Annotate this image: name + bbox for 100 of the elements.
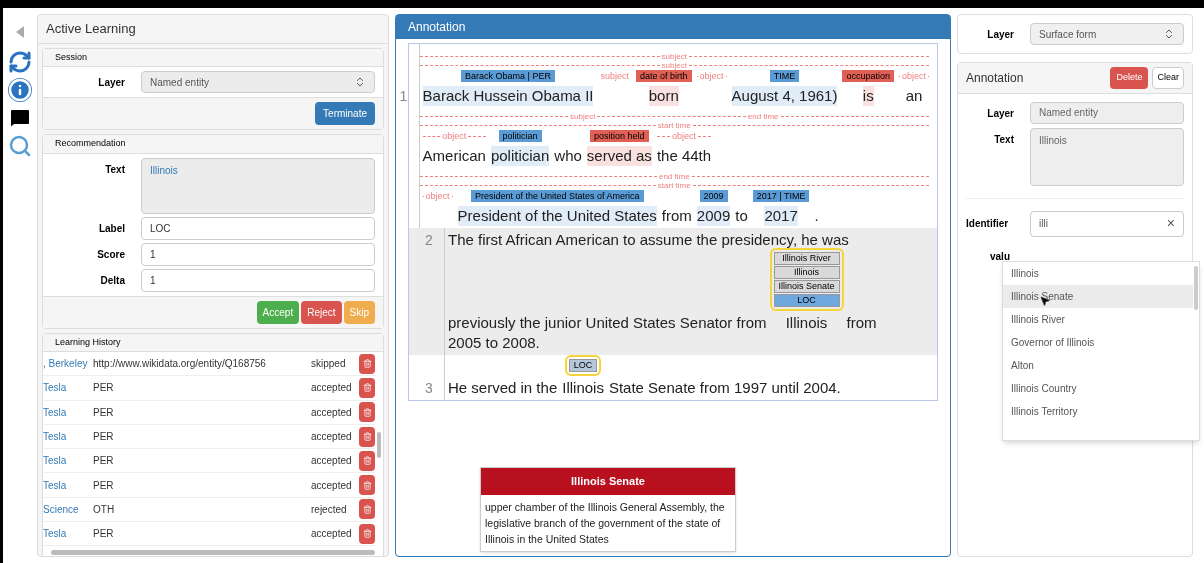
- layer-select[interactable]: Surface form: [1030, 23, 1184, 45]
- relation-label: object: [441, 130, 468, 142]
- relation-label: object: [901, 70, 927, 82]
- token-text[interactable]: Illinois: [562, 378, 604, 398]
- entity-tag[interactable]: politician: [498, 130, 542, 142]
- field-label: Layer: [986, 27, 1015, 42]
- delete-button[interactable]: [359, 523, 375, 544]
- field-label: Layer: [97, 75, 126, 90]
- entity-tag[interactable]: Illinois River: [773, 252, 840, 265]
- token-text[interactable]: .: [814, 206, 819, 226]
- relation-label: subject: [660, 52, 688, 61]
- history-text[interactable]: Tesla: [43, 477, 93, 493]
- info-icon[interactable]: [8, 78, 32, 102]
- token-text[interactable]: Illinois: [785, 313, 828, 333]
- line-number: 1: [399, 87, 408, 106]
- token-text[interactable]: State Senate from 1997 until 2004.: [608, 378, 841, 398]
- entity-tag[interactable]: 2009: [699, 190, 728, 202]
- token-text[interactable]: the 44th: [656, 146, 712, 166]
- token-text[interactable]: He served in the: [448, 378, 558, 398]
- input-field[interactable]: 1: [141, 242, 375, 266]
- history-label: PER: [93, 430, 115, 445]
- select-arrows-icon: [354, 76, 366, 88]
- entity-tag[interactable]: President of the United States of America: [470, 190, 644, 202]
- token-text[interactable]: 2009: [696, 206, 731, 226]
- token-text[interactable]: born: [648, 86, 679, 106]
- history-text[interactable]: Tesla: [43, 404, 93, 420]
- token-text[interactable]: Barack Hussein Obama II: [422, 86, 594, 106]
- history-text[interactable]: Tesla: [43, 429, 93, 445]
- delete-button[interactable]: [359, 377, 375, 398]
- field-label: Text: [104, 162, 126, 177]
- horizontal-scrollbar[interactable]: [51, 550, 375, 556]
- section-heading: Learning History: [43, 333, 383, 352]
- history-status: skipped: [311, 357, 347, 372]
- entity-tag[interactable]: 2017 | TIME: [752, 190, 810, 202]
- history-text[interactable]: Tesla: [43, 526, 93, 542]
- vertical-scrollbar[interactable]: [377, 432, 381, 458]
- terminate-button[interactable]: Terminate: [315, 102, 375, 125]
- clear-icon[interactable]: ×: [1166, 213, 1175, 234]
- entity-tag[interactable]: Illinois: [773, 266, 840, 279]
- relation-label: start time: [656, 181, 692, 190]
- history-status: accepted: [311, 527, 353, 542]
- token-text[interactable]: from: [846, 313, 877, 333]
- history-status: accepted: [311, 478, 353, 493]
- history-label: OTH: [93, 502, 116, 517]
- token-text[interactable]: President of the United States: [457, 206, 657, 226]
- action-button[interactable]: Reject: [301, 300, 342, 324]
- entity-tag[interactable]: LOC: [568, 359, 598, 372]
- relation-label: object: [670, 130, 697, 142]
- trash-icon: [362, 529, 372, 539]
- delete-button[interactable]: Delete: [1110, 67, 1149, 89]
- token-text[interactable]: politician: [490, 146, 550, 166]
- delete-button[interactable]: [359, 402, 375, 423]
- tooltip-body: upper chamber of the Illinois General Assembly, the legislative branch of the government of the state of Illinois in the United States: [484, 499, 726, 547]
- entity-tag[interactable]: LOC: [773, 294, 840, 307]
- history-text[interactable]: Tesla: [43, 453, 93, 469]
- token-text[interactable]: The first African American to assume the presidency, he was: [448, 230, 849, 250]
- collapse-arrow-icon[interactable]: [16, 26, 24, 38]
- input-field[interactable]: LOC: [141, 216, 375, 240]
- history-label: PER: [93, 478, 115, 493]
- delete-button[interactable]: [359, 475, 375, 496]
- entity-tag[interactable]: occupation: [842, 70, 894, 82]
- delete-button[interactable]: [359, 450, 375, 471]
- identifier-field[interactable]: illi ×: [1030, 210, 1184, 237]
- vertical-scrollbar[interactable]: [1194, 266, 1198, 310]
- delete-button[interactable]: [359, 426, 375, 447]
- history-text[interactable]: Science: [43, 501, 93, 517]
- layer-select[interactable]: Named entity: [141, 71, 375, 93]
- token-text[interactable]: 2017: [764, 206, 798, 226]
- token-text[interactable]: is: [862, 86, 874, 106]
- entity-tag[interactable]: position held: [590, 130, 649, 142]
- refresh-icon[interactable]: [8, 50, 32, 74]
- token-text[interactable]: from: [661, 206, 692, 226]
- entity-tag[interactable]: TIME: [769, 70, 800, 82]
- field-label: valu: [989, 249, 1011, 264]
- token-text[interactable]: who: [554, 146, 582, 166]
- token-text[interactable]: previously the junior United States Senator from: [448, 313, 767, 333]
- entity-tag[interactable]: Illinois Senate: [773, 280, 840, 293]
- delete-button[interactable]: [359, 353, 375, 374]
- entity-tag[interactable]: date of birth: [636, 70, 692, 82]
- history-label: http://www.wikidata.org/entity/Q168756: [93, 357, 267, 372]
- suggestion-item[interactable]: Illinois: [1003, 262, 1193, 285]
- token-text[interactable]: 2005 to 2008.: [448, 333, 540, 353]
- sentence-row[interactable]: 2 The first African American to assume the presidency, he was previously the junior United States Senator from Illinois River Illinois Illinois Senate LOC Illinois from 2005 to 2008.: [409, 228, 937, 355]
- token-text[interactable]: served as: [586, 146, 652, 166]
- history-text[interactable]: , Berkeley: [43, 356, 93, 372]
- token-text[interactable]: an: [905, 86, 923, 106]
- token-text[interactable]: to: [735, 206, 748, 226]
- entity-tag[interactable]: Barack Obama | PER: [461, 70, 555, 82]
- history-label: PER: [93, 405, 115, 420]
- history-status: accepted: [311, 381, 353, 396]
- clear-button[interactable]: Clear: [1152, 67, 1184, 89]
- suggestion-item[interactable]: Illinois Senate: [1003, 285, 1193, 308]
- token-text[interactable]: August 4, 1961): [731, 86, 838, 106]
- tooltip-title: Illinois Senate: [481, 468, 735, 495]
- delete-button[interactable]: [359, 499, 375, 520]
- input-field[interactable]: 1: [141, 268, 375, 292]
- entity-candidates[interactable]: Illinois River Illinois Illinois Senate LOC: [771, 250, 842, 309]
- token-text[interactable]: American: [422, 146, 486, 166]
- history-text[interactable]: Tesla: [43, 380, 93, 396]
- history-label: PER: [93, 454, 115, 469]
